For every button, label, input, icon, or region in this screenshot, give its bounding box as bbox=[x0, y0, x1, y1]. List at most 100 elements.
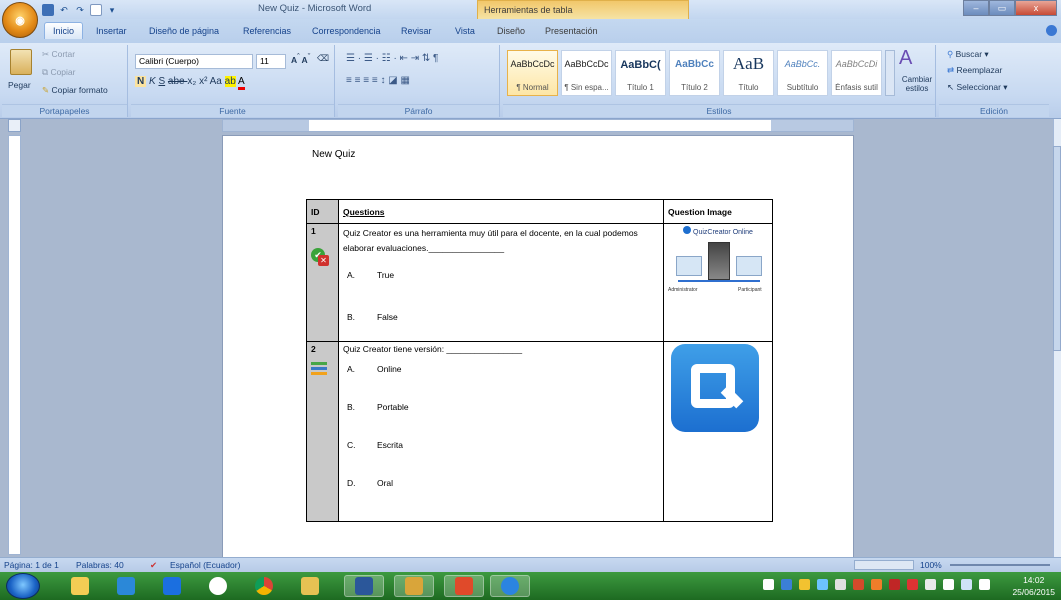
maximize-button[interactable]: ▭ bbox=[989, 0, 1015, 16]
tab-insertar[interactable]: Insertar bbox=[96, 26, 127, 36]
clock[interactable]: 14:02 25/06/2015 bbox=[1012, 574, 1055, 598]
office-button[interactable]: ◉ bbox=[2, 2, 38, 38]
save-icon[interactable] bbox=[42, 4, 54, 16]
find-button[interactable]: ⚲ Buscar ▾ bbox=[947, 49, 989, 60]
header-question-image[interactable]: Question Image bbox=[663, 199, 773, 224]
network-icon[interactable] bbox=[961, 579, 972, 590]
help-icon[interactable] bbox=[1046, 25, 1057, 36]
taskbar-app[interactable] bbox=[198, 575, 238, 597]
tab-inicio[interactable]: Inicio bbox=[44, 22, 84, 39]
strikethrough-button[interactable]: abe bbox=[168, 76, 187, 87]
tab-correspondencia[interactable]: Correspondencia bbox=[312, 26, 381, 36]
view-buttons[interactable] bbox=[854, 560, 914, 570]
cell-image-1[interactable]: QuizCreator Online Administrator Partici… bbox=[663, 223, 773, 342]
horizontal-ruler[interactable] bbox=[222, 119, 854, 132]
print-preview-icon[interactable] bbox=[90, 4, 102, 16]
document-title-text[interactable]: New Quiz bbox=[312, 149, 355, 160]
styles-scroll[interactable] bbox=[885, 50, 895, 96]
zoom-slider[interactable] bbox=[950, 564, 1050, 566]
list-buttons[interactable]: ☰ · ☰ · ☷ · ⇤ ⇥ ⇅ ¶ bbox=[346, 53, 438, 64]
font-format-row: N K S abe x₂ x² Aa ab A bbox=[135, 76, 245, 90]
clear-format-icon[interactable]: ⌫ bbox=[317, 53, 329, 64]
change-case-button[interactable]: Aa bbox=[210, 76, 225, 87]
cut-button[interactable]: ✂ Cortar bbox=[42, 49, 75, 60]
page-count[interactable]: Página: 1 de 1 bbox=[4, 560, 59, 570]
tray-icon[interactable] bbox=[799, 579, 810, 590]
flag-icon[interactable] bbox=[943, 579, 954, 590]
taskbar-app-2[interactable] bbox=[394, 575, 434, 597]
taskbar-word[interactable] bbox=[344, 575, 384, 597]
ruler-toggle-button[interactable] bbox=[8, 119, 21, 132]
document-page[interactable]: New Quiz ID Questions Question Image 1 ✔… bbox=[222, 135, 854, 575]
tab-referencias[interactable]: Referencias bbox=[243, 26, 291, 36]
cell-question-2[interactable]: Quiz Creator tiene versión: ____________… bbox=[337, 341, 665, 522]
underline-button[interactable]: S bbox=[158, 76, 165, 87]
zoom-level[interactable]: 100% bbox=[920, 560, 942, 570]
style-titulo-2[interactable]: AaBbCc Título 2 bbox=[669, 50, 720, 96]
taskbar-explorer[interactable] bbox=[60, 575, 100, 597]
grow-font-button[interactable]: Aˆ Aˇ bbox=[291, 53, 310, 65]
vertical-scroll-thumb[interactable] bbox=[1053, 146, 1061, 351]
paste-button[interactable]: Pegar bbox=[8, 80, 31, 90]
customize-qat-icon[interactable]: ▾ bbox=[106, 4, 118, 16]
tab-presentacion[interactable]: Presentación bbox=[545, 26, 598, 36]
select-button[interactable]: ↖ Seleccionar ▾ bbox=[947, 82, 1008, 93]
tray-icon[interactable] bbox=[907, 579, 918, 590]
tray-icon[interactable] bbox=[817, 579, 828, 590]
replace-button[interactable]: ⇄ Reemplazar bbox=[947, 65, 1002, 76]
volume-icon[interactable] bbox=[979, 579, 990, 590]
word-count[interactable]: Palabras: 40 bbox=[76, 560, 124, 570]
subscript-button[interactable]: x₂ bbox=[187, 76, 199, 87]
change-styles-button[interactable]: Cambiar estilos bbox=[901, 75, 933, 93]
format-painter-button[interactable]: ✎ Copiar formato bbox=[42, 85, 108, 96]
style-normal[interactable]: AaBbCcDc ¶ Normal bbox=[507, 50, 558, 96]
minimize-button[interactable]: – bbox=[963, 0, 989, 16]
start-button[interactable] bbox=[6, 573, 40, 599]
tab-diseno-pagina[interactable]: Diseño de página bbox=[149, 26, 219, 36]
tab-diseno[interactable]: Diseño bbox=[497, 26, 525, 36]
taskbar-chrome[interactable] bbox=[244, 575, 284, 597]
font-name-select[interactable]: Calibri (Cuerpo) bbox=[135, 54, 253, 69]
style-titulo-1[interactable]: AaBbC(Título 1 bbox=[615, 50, 666, 96]
font-size-select[interactable]: 11 bbox=[256, 54, 286, 69]
cell-id-2[interactable]: 2 bbox=[306, 341, 339, 522]
close-button[interactable]: x bbox=[1015, 0, 1057, 16]
tray-icon[interactable] bbox=[925, 579, 936, 590]
cell-id-1[interactable]: 1 ✔ ✕ bbox=[306, 223, 339, 342]
language-status[interactable]: Español (Ecuador) bbox=[170, 560, 240, 570]
tray-icon[interactable] bbox=[835, 579, 846, 590]
tab-revisar[interactable]: Revisar bbox=[401, 26, 432, 36]
tab-vista[interactable]: Vista bbox=[455, 26, 475, 36]
quiz-table[interactable]: ID Questions Question Image 1 ✔ ✕ Quiz C… bbox=[306, 199, 773, 522]
header-id[interactable]: ID bbox=[306, 199, 339, 224]
cell-question-1[interactable]: Quiz Creator es una herramienta muy útil… bbox=[337, 223, 665, 342]
tray-icon[interactable] bbox=[889, 579, 900, 590]
change-styles-icon[interactable]: A bbox=[899, 47, 912, 70]
taskbar-files[interactable] bbox=[290, 575, 330, 597]
highlight-button[interactable]: ab bbox=[224, 76, 236, 87]
header-questions[interactable]: Questions bbox=[337, 199, 665, 224]
align-buttons[interactable]: ≡ ≡ ≡ ≡ ↕ ◪ ▦ bbox=[346, 75, 410, 86]
copy-button[interactable]: ⧉ Copiar bbox=[42, 67, 75, 78]
paste-icon[interactable] bbox=[10, 49, 32, 75]
taskbar-quizcreator[interactable] bbox=[490, 575, 530, 597]
style-enfasis-sutil[interactable]: AaBbCcDi Énfasis sutil bbox=[831, 50, 882, 96]
taskbar-app-3[interactable] bbox=[444, 575, 484, 597]
font-color-button[interactable]: A bbox=[238, 76, 245, 90]
style-sin-espaciado[interactable]: AaBbCcDc ¶ Sin espa... bbox=[561, 50, 612, 96]
redo-icon[interactable]: ↷ bbox=[74, 4, 86, 16]
spellcheck-icon[interactable]: ✔ bbox=[150, 560, 157, 571]
vertical-ruler[interactable] bbox=[8, 135, 21, 555]
tray-icon[interactable] bbox=[763, 579, 774, 590]
bold-button[interactable]: N bbox=[135, 76, 147, 87]
tray-icon[interactable] bbox=[781, 579, 792, 590]
style-subtitulo[interactable]: AaBbCc. Subtítulo bbox=[777, 50, 828, 96]
style-titulo[interactable]: AaB Título bbox=[723, 50, 774, 96]
tray-icon[interactable] bbox=[853, 579, 864, 590]
superscript-button[interactable]: x² bbox=[199, 76, 210, 87]
taskbar-dropbox[interactable] bbox=[152, 575, 192, 597]
taskbar-media[interactable] bbox=[106, 575, 146, 597]
tray-icon[interactable] bbox=[871, 579, 882, 590]
undo-icon[interactable]: ↶ bbox=[58, 4, 70, 16]
cell-image-2[interactable] bbox=[663, 341, 773, 522]
